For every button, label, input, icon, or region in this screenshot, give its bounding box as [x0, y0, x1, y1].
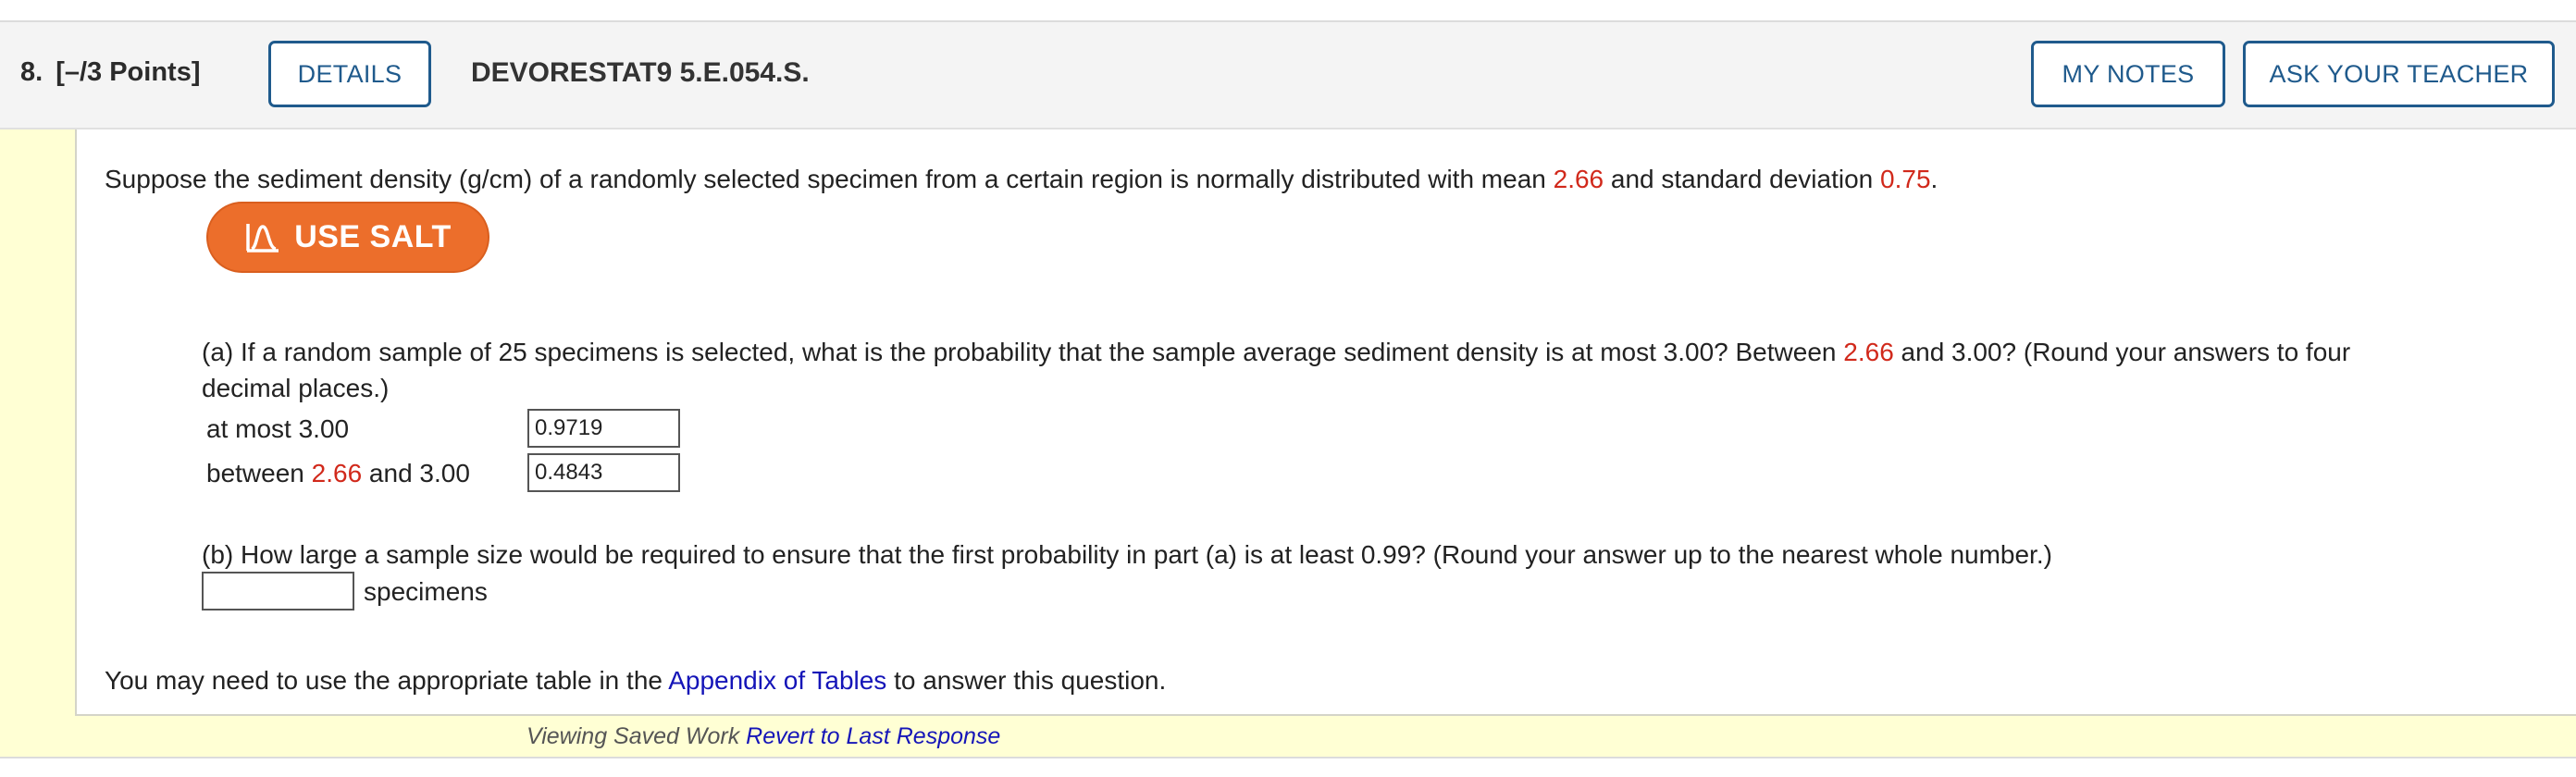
assignment-id: DEVORESTAT9 5.E.054.S.	[471, 57, 810, 88]
revert-to-last-response-link[interactable]: Revert to Last Response	[746, 723, 1000, 749]
question-panel: 8. [–/3 Points] DETAILS DEVORESTAT9 5.E.0…	[0, 20, 2576, 758]
sd-value: 0.75	[1880, 165, 1931, 193]
details-button[interactable]: DETAILS	[268, 41, 431, 107]
question-number-label: 8.	[20, 57, 43, 87]
appendix-note: You may need to use the appropriate tabl…	[105, 666, 1166, 696]
intro-text-part: Suppose the sediment density (g/cm) of a…	[105, 165, 1554, 193]
points-label: [–/3 Points]	[56, 57, 201, 87]
question-header: 8. [–/3 Points] DETAILS DEVORESTAT9 5.E.0…	[0, 22, 2576, 130]
use-salt-button[interactable]: USE SALT	[206, 202, 489, 273]
between-label-text: and 3.00	[362, 459, 470, 487]
part-a-mean-value: 2.66	[1843, 338, 1894, 366]
question-number: 8. [–/3 Points]	[20, 57, 201, 88]
mean-value: 2.66	[1553, 165, 1604, 193]
part-a-question-line1: (a) If a random sample of 25 specimens i…	[202, 338, 2350, 367]
at-most-label: at most 3.00	[206, 414, 350, 443]
at-most-answer-input[interactable]	[527, 409, 680, 448]
intro-text-part: and standard deviation	[1604, 165, 1881, 193]
between-label: between 2.66 and 3.00	[206, 459, 470, 488]
my-notes-button[interactable]: MY NOTES	[2031, 41, 2225, 107]
part-a-text: (a) If a random sample of 25 specimens i…	[202, 338, 1844, 366]
distribution-curve-icon	[246, 223, 279, 253]
appendix-note-text: You may need to use the appropriate tabl…	[105, 666, 669, 695]
footer-status: Viewing Saved Work Revert to Last Respon…	[526, 723, 1000, 750]
viewing-saved-work-text: Viewing Saved Work	[526, 723, 740, 749]
intro-text-part: .	[1930, 165, 1938, 193]
specimens-unit: specimens	[364, 577, 488, 606]
part-a-text: and 3.00? (Round your answers to four	[1893, 338, 2351, 366]
part-a-question-line2: decimal places.)	[202, 374, 390, 402]
part-b-question: (b) How large a sample size would be req…	[202, 540, 2052, 569]
ask-your-teacher-button[interactable]: ASK YOUR TEACHER	[2243, 41, 2555, 107]
appendix-note-text: to answer this question.	[886, 666, 1167, 695]
between-answer-input[interactable]	[527, 453, 680, 492]
between-mean-value: 2.66	[311, 459, 363, 487]
question-content: Suppose the sediment density (g/cm) of a…	[75, 130, 2576, 716]
intro-text: Suppose the sediment density (g/cm) of a…	[105, 165, 1938, 194]
appendix-of-tables-link[interactable]: Appendix of Tables	[668, 666, 886, 695]
footer-bar: Viewing Saved Work Revert to Last Respon…	[0, 716, 2576, 758]
between-label-text: between	[206, 459, 312, 487]
use-salt-label: USE SALT	[294, 219, 452, 254]
sample-size-input[interactable]	[202, 572, 354, 610]
